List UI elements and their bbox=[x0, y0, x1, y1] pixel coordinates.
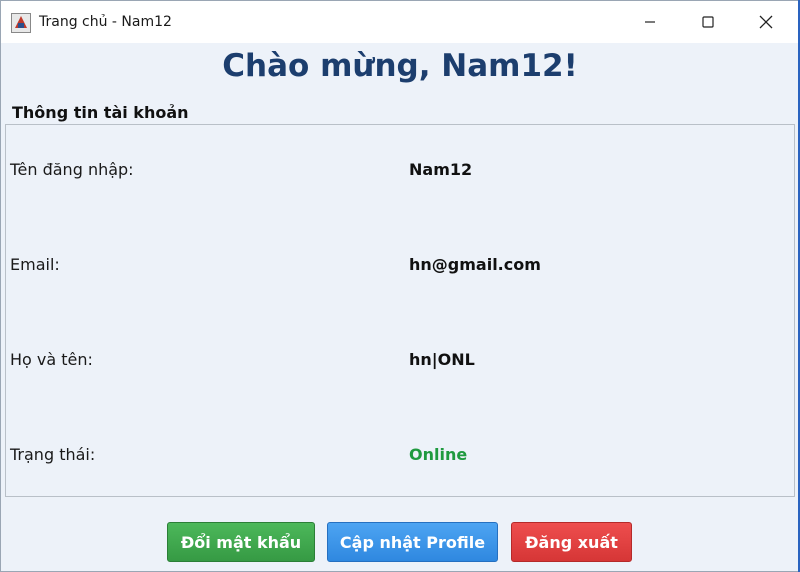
username-value: Nam12 bbox=[409, 160, 473, 179]
username-label: Tên đăng nhập: bbox=[10, 160, 134, 179]
status-value: Online bbox=[409, 445, 468, 464]
window-title: Trang chủ - Nam12 bbox=[39, 14, 172, 30]
minimize-icon bbox=[645, 21, 655, 23]
email-label: Email: bbox=[10, 255, 60, 274]
minimize-button[interactable] bbox=[621, 1, 679, 43]
update-profile-button[interactable]: Cập nhật Profile bbox=[327, 522, 498, 562]
email-value: hn@gmail.com bbox=[409, 255, 541, 274]
close-icon bbox=[759, 15, 773, 29]
welcome-heading: Chào mừng, Nam12! bbox=[222, 48, 578, 84]
fullname-label: Họ và tên: bbox=[10, 350, 93, 369]
change-password-button[interactable]: Đổi mật khẩu bbox=[167, 522, 315, 562]
java-app-icon bbox=[11, 13, 31, 33]
account-info-panel: Tên đăng nhập: Nam12 Email: hn@gmail.com… bbox=[5, 124, 795, 497]
maximize-icon bbox=[702, 16, 714, 28]
title-bar[interactable]: Trang chủ - Nam12 bbox=[1, 1, 799, 43]
main-window: Trang chủ - Nam12 Chào mừng, Nam12! Thôn… bbox=[0, 0, 800, 572]
logout-button[interactable]: Đăng xuất bbox=[511, 522, 632, 562]
account-info-title: Thông tin tài khoản bbox=[12, 103, 189, 122]
status-label: Trạng thái: bbox=[10, 445, 96, 464]
close-button[interactable] bbox=[737, 1, 795, 43]
maximize-button[interactable] bbox=[679, 1, 737, 43]
fullname-value: hn|ONL bbox=[409, 350, 475, 369]
